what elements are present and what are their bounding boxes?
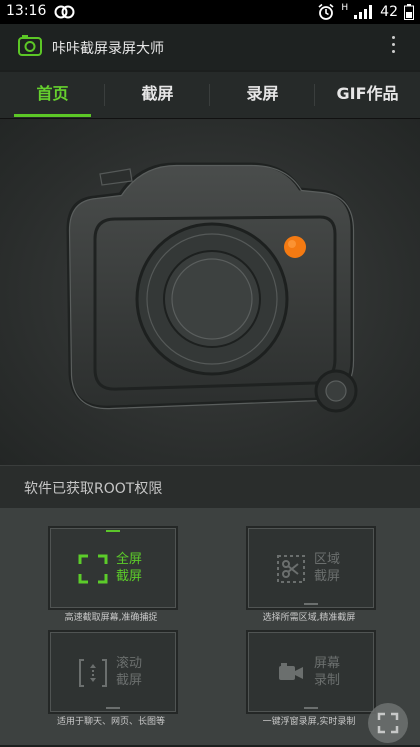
fullscreen-frame-icon xyxy=(78,554,108,584)
battery-level: 42 xyxy=(380,4,398,20)
app-title: 咔咔截屏录屏大师 xyxy=(52,41,164,57)
tab-gif-works-label: GIF作品 xyxy=(336,84,399,103)
region-screenshot-label: 区域 截屏 xyxy=(314,552,341,584)
floating-frame-icon xyxy=(377,712,399,734)
scroll-capture-icon xyxy=(79,659,107,687)
root-status-text: 软件已获取ROOT权限 xyxy=(24,481,163,497)
alarm-icon xyxy=(318,3,334,20)
scroll-screenshot-caption: 适用于聊天、网页、长图等 xyxy=(56,717,165,727)
region-screenshot-caption: 选择所需区域,精准截屏 xyxy=(262,613,356,623)
scissors-region-icon xyxy=(277,555,305,583)
root-status-bar: 软件已获取ROOT权限 xyxy=(0,465,420,508)
hero-banner xyxy=(0,119,420,465)
embossed-camera-icon xyxy=(66,162,358,413)
fullscreen-screenshot-button[interactable]: 全屏 截屏 xyxy=(48,526,178,610)
overflow-menu-icon[interactable] xyxy=(390,36,396,56)
app-bar: 咔咔截屏录屏大师 xyxy=(0,24,420,70)
tab-gif-works[interactable]: GIF作品 xyxy=(315,72,420,118)
scroll-screenshot-button[interactable]: 滚动 截屏 xyxy=(48,630,178,714)
screen-record-label: 屏幕 录制 xyxy=(314,656,341,688)
screen-record-button[interactable]: 屏幕 录制 xyxy=(246,630,376,714)
network-type-label: H xyxy=(341,3,349,13)
fullscreen-screenshot-label: 全屏 截屏 xyxy=(116,552,143,584)
tab-bar: 首页 截屏 录屏 GIF作品 xyxy=(0,72,420,119)
fullscreen-screenshot-caption: 高速截取屏幕,准确捕捉 xyxy=(64,613,158,623)
battery-icon xyxy=(404,4,414,20)
status-time: 13:16 xyxy=(6,3,47,19)
floating-capture-button[interactable] xyxy=(368,703,408,743)
tab-record-label: 录屏 xyxy=(246,84,279,103)
region-screenshot-button[interactable]: 区域 截屏 xyxy=(246,526,376,610)
signal-icon xyxy=(354,5,373,19)
scroll-screenshot-label: 滚动 截屏 xyxy=(116,656,143,688)
video-camera-icon xyxy=(279,663,303,680)
tab-screenshot-label: 截屏 xyxy=(141,84,174,103)
tab-record[interactable]: 录屏 xyxy=(210,72,315,118)
feature-panel: 全屏 截屏 高速截取屏幕,准确捕捉 区域 截屏 选择所需区域,精准截屏 滚动 截屏 适… xyxy=(0,508,420,745)
status-bar: 13:16 H 42 xyxy=(0,0,420,24)
tab-screenshot[interactable]: 截屏 xyxy=(105,72,210,118)
tab-home[interactable]: 首页 xyxy=(0,72,105,118)
link-rings-icon xyxy=(54,5,75,19)
app-logo-icon xyxy=(18,35,42,56)
tab-home-label: 首页 xyxy=(36,84,69,103)
